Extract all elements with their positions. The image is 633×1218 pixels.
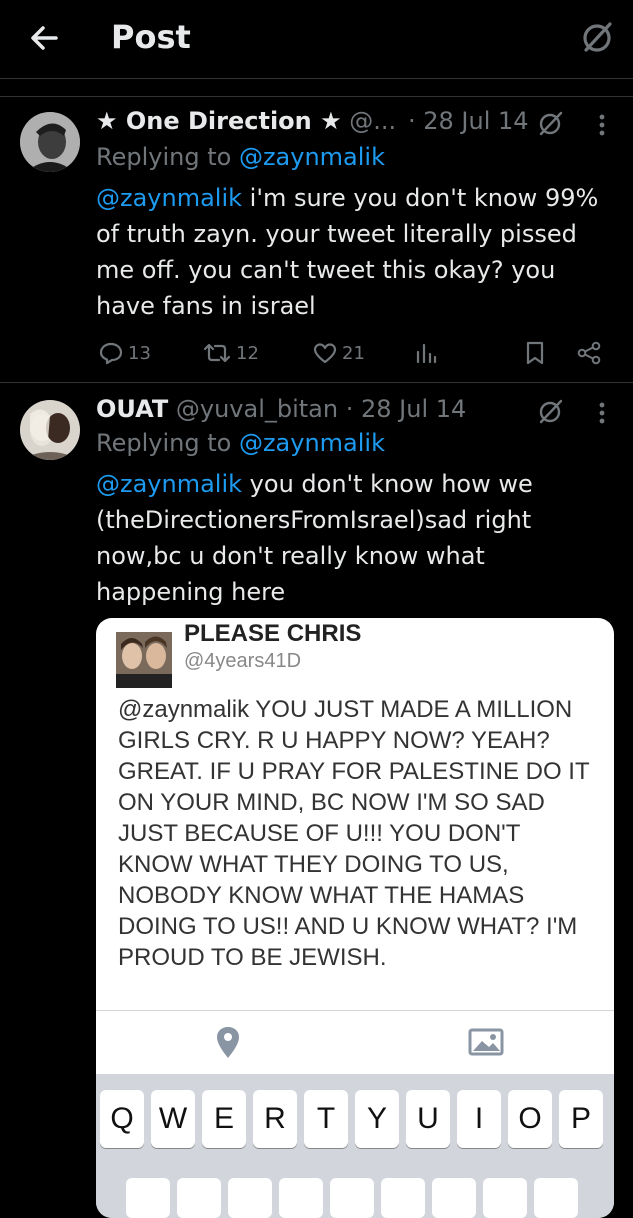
key-e: E	[202, 1090, 246, 1148]
post-date[interactable]: · 28 Jul 14	[346, 395, 467, 423]
key-y: Y	[355, 1090, 399, 1148]
repost-button[interactable]: 12	[202, 336, 259, 370]
replying-to-label: Replying to	[96, 429, 239, 457]
divider	[0, 382, 633, 383]
repost-icon	[203, 343, 231, 363]
screenshot-name: PLEASE CHRIS	[184, 620, 362, 647]
avatar[interactable]	[20, 400, 80, 460]
divider	[0, 96, 633, 97]
image-icon	[466, 1022, 506, 1062]
views-icon	[416, 343, 437, 364]
replying-to-link[interactable]: @zaynmalik	[239, 429, 385, 457]
key	[381, 1178, 425, 1218]
key	[177, 1178, 221, 1218]
post-date[interactable]: · 28 Jul 14	[408, 107, 529, 135]
display-name[interactable]: OUAT	[96, 395, 168, 423]
reply-button[interactable]: 13	[98, 336, 151, 370]
screenshot-avatar	[116, 632, 172, 688]
display-name[interactable]: ★ One Direction ★	[96, 107, 342, 135]
share-button[interactable]	[576, 336, 602, 370]
key-o: O	[508, 1090, 552, 1148]
screenshot-text: @zaynmalik YOU JUST MADE A MILLION GIRLS…	[118, 696, 590, 971]
views-button[interactable]	[414, 336, 438, 370]
divider	[96, 1010, 614, 1011]
author-line: OUAT @yuval_bitan · 28 Jul 14	[96, 395, 466, 423]
attached-image[interactable]: PLEASE CHRIS @4years41D @zaynmalik YOU J…	[96, 618, 614, 1218]
handle[interactable]: @...	[349, 107, 396, 135]
replying-to-link[interactable]: @zaynmalik	[239, 143, 385, 171]
replying-to-label: Replying to	[96, 143, 239, 171]
avatar[interactable]	[20, 112, 80, 172]
key-p: P	[559, 1090, 603, 1148]
bookmark-button[interactable]	[524, 336, 546, 370]
screenshot-handle: @4years41D	[184, 650, 302, 672]
top-bar: Post	[0, 0, 633, 79]
more-icon[interactable]	[592, 400, 618, 426]
key-w: W	[151, 1090, 195, 1148]
key	[483, 1178, 527, 1218]
reply-count: 13	[128, 342, 151, 364]
reply-icon	[99, 342, 123, 365]
grok-icon[interactable]	[538, 398, 564, 424]
key	[432, 1178, 476, 1218]
key	[126, 1178, 170, 1218]
grok-icon[interactable]	[581, 20, 615, 54]
key-u: U	[406, 1090, 450, 1148]
replying-to: Replying to @zaynmalik	[96, 143, 385, 171]
more-icon[interactable]	[592, 112, 618, 138]
author-line: ★ One Direction ★ @...	[96, 107, 396, 135]
key	[330, 1178, 374, 1218]
post-text: @zaynmalik you don't know how we (theDir…	[96, 466, 616, 610]
share-icon	[577, 341, 601, 365]
key-t: T	[304, 1090, 348, 1148]
page-title: Post	[111, 18, 191, 56]
key-q: Q	[100, 1090, 144, 1148]
like-count: 21	[342, 342, 365, 364]
post-text: @zaynmalik i'm sure you don't know 99% o…	[96, 180, 616, 324]
action-bar: 13 12 21	[96, 336, 606, 370]
mention-link[interactable]: @zaynmalik	[96, 470, 242, 498]
key-r: R	[253, 1090, 297, 1148]
key	[228, 1178, 272, 1218]
key	[534, 1178, 578, 1218]
keyboard: Q W E R T Y U I O P	[96, 1074, 614, 1218]
location-pin-icon	[210, 1022, 246, 1062]
handle[interactable]: @yuval_bitan	[176, 395, 338, 423]
grok-icon[interactable]	[538, 110, 564, 136]
replying-to: Replying to @zaynmalik	[96, 429, 385, 457]
back-arrow-icon[interactable]	[28, 20, 60, 56]
key-i: I	[457, 1090, 501, 1148]
heart-icon	[313, 343, 337, 364]
like-button[interactable]: 21	[312, 336, 365, 370]
bookmark-icon	[526, 341, 544, 365]
key	[279, 1178, 323, 1218]
mention-link[interactable]: @zaynmalik	[96, 184, 242, 212]
repost-count: 12	[236, 342, 259, 364]
